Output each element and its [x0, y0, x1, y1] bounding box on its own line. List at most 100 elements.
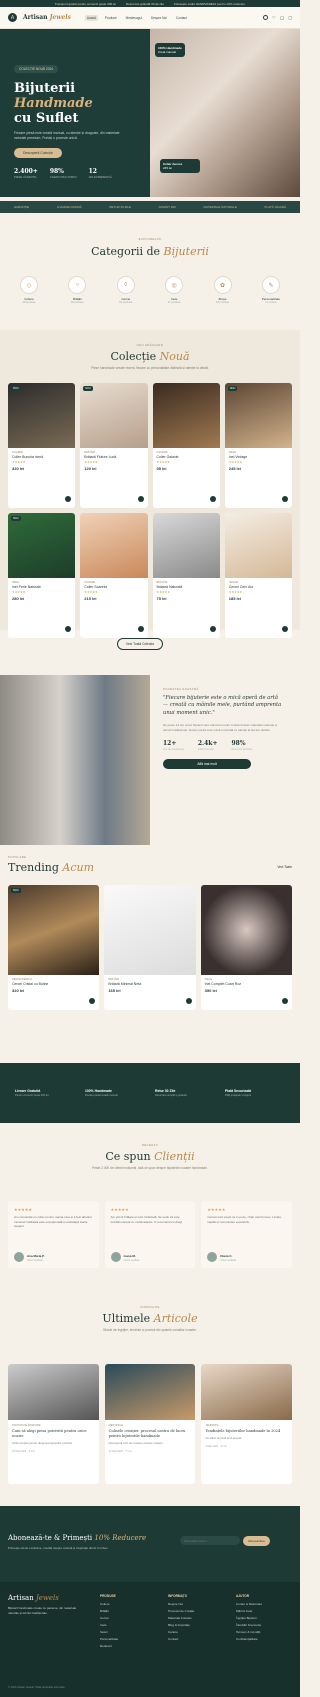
category-brooches[interactable]: ✿ Broșe 18 produse — [204, 276, 242, 304]
hero-stats: 2.400+ PIESE VÂNDUTE 98% CLIENȚI MULȚUMIȚI… — [14, 168, 112, 179]
story-image — [0, 675, 150, 845]
footer-col-help: AJUTOR Livrare & Returnare Mărimi Inele Îng… — [236, 1594, 263, 1641]
feature-returns: Retur 30 Zile Returnare simplă și gratuit… — [155, 1089, 187, 1097]
user-icon[interactable]: ◯ — [280, 15, 284, 20]
hero-title: Bijuterii Handmade cu Suflet — [14, 81, 93, 126]
trending-card[interactable]: BRĂȚĂRI Brățară Minimal Neta 165 lei — [104, 885, 196, 1010]
view-collection-button[interactable]: Vezi Toată Colecția — [117, 638, 163, 650]
newsletter-sub: Primește oferte exclusive, noutăți despr… — [8, 1546, 109, 1550]
avatar — [207, 1252, 218, 1262]
header-actions: ♡ ◯ ▢ — [263, 15, 292, 20]
add-to-cart-button[interactable] — [282, 496, 288, 502]
product-card[interactable]: NOU INELE Inel Vintage ★★★★★ 245 lei — [224, 383, 292, 508]
footer-col-products: PRODUSE Coliere Brățări Cercei Inele Seturi Pe… — [100, 1594, 119, 1648]
subscribe-button[interactable]: Abonează-te — [243, 1536, 271, 1546]
add-to-cart-button[interactable] — [137, 496, 144, 502]
logo-icon[interactable]: A — [8, 13, 17, 22]
story-kicker: POVESTEA NOASTRĂ — [163, 687, 199, 691]
add-to-cart-button[interactable] — [65, 626, 72, 632]
add-to-cart-button[interactable] — [65, 496, 72, 502]
blog-grid: SFATURI DE ÎNGRIJIRE Cum să alegi piesa p… — [8, 1364, 292, 1484]
story-text: De peste 12 ani creez bijuterii care tra… — [163, 723, 278, 732]
footer: Artisan Jewels Bijuterii handmade create… — [0, 1582, 300, 1697]
top-announcement-bar: Transport gratuit pentru comenzi peste 3… — [0, 0, 300, 7]
nav-products[interactable]: Produse — [103, 15, 119, 21]
newsletter-section: Abonează-te & Primești 10% Reducere Prim… — [0, 1506, 300, 1582]
add-to-cart-button[interactable] — [209, 626, 216, 632]
newsletter-email-input[interactable] — [180, 1536, 240, 1545]
nav-craft[interactable]: Meșteșugul — [124, 15, 144, 21]
review-card: ★★★★★ Am comandat un colier pentru mama m… — [8, 1201, 99, 1268]
story-section: POVESTEA NOASTRĂ "Fiecare bijuterie este… — [0, 675, 300, 845]
nav-about[interactable]: Despre Noi — [149, 15, 169, 21]
benefit-strip: GARANȚIE LIVRARE RAPIDĂ RETUR 30 ZILE ARGIN… — [0, 201, 300, 213]
trending-grid: NOU CERCEI PENDUL Cercei Cristal cu Buline… — [8, 885, 292, 1010]
footer-logo[interactable]: Artisan Jewels — [8, 1594, 59, 1602]
product-grid: NOU COLIERE Colier Bucuria Iarnă ★★★★★ 320 l… — [8, 383, 292, 638]
avatar — [14, 1252, 24, 1262]
blog-card[interactable]: MEȘTEȘUG Culisele creației: procesul nost… — [104, 1364, 196, 1484]
product-card[interactable]: CERCEI Cercei Cerc Aur ★★★★★ 185 lei — [224, 513, 292, 638]
search-icon[interactable] — [263, 15, 269, 20]
newsletter-title: Abonează-te & Primești 10% Reducere — [8, 1534, 147, 1542]
product-card[interactable]: NOU INELE Inel Perle Naturale ★★★★★ 280 lei — [8, 513, 76, 638]
learn-more-button[interactable]: Află mai mult — [163, 759, 251, 770]
trending-card[interactable]: NOU CERCEI PENDUL Cercei Cristal cu Buline… — [8, 885, 100, 1010]
add-to-cart-button[interactable] — [89, 998, 96, 1004]
product-card[interactable]: NOU COLIERE Colier Bucuria Iarnă ★★★★★ 320 l… — [8, 383, 76, 508]
product-card[interactable]: COLIERE Colier Galaxie ★★★★★ 95 lei — [152, 383, 220, 508]
view-all-link[interactable]: Vezi Toate — [277, 865, 292, 869]
brooch-icon: ✿ — [213, 276, 232, 294]
earring-icon: ◊ — [116, 276, 135, 294]
product-card[interactable]: BRĂȚĂRI Brățară Naturală ★★★★★ 75 lei — [152, 513, 220, 638]
category-bracelets[interactable]: ○ Brățări 36 produse — [58, 276, 96, 304]
add-to-cart-button[interactable] — [185, 998, 192, 1004]
copyright: © 2024 Artisan Jewels. Toate drepturile … — [8, 1686, 66, 1689]
feature-payment: Plată Securizată Plăți protejate și sigur… — [225, 1089, 252, 1097]
product-card[interactable]: NOU BRĂȚĂRI Brățară Fluture Lună ★★★★★ 120 l… — [80, 383, 148, 508]
announce-1: Transport gratuit pentru comenzi peste 3… — [54, 1, 117, 6]
logo[interactable]: Artisan Jewels — [23, 14, 71, 21]
category-rings[interactable]: ◎ Inele 41 produse — [155, 276, 193, 304]
blog-card[interactable]: SFATURI DE ÎNGRIJIRE Cum să alegi piesa p… — [8, 1364, 99, 1484]
review-card: ★★★★★ Am primit brățara și sunt încântată… — [104, 1201, 196, 1268]
nav-contact[interactable]: Contact — [174, 15, 189, 21]
announce-3: Folosește codul HANDMADE10 pentru 10% re… — [173, 1, 246, 6]
reviews-heading: RECENZII Ce spun Clienții Peste 2.400 de… — [92, 1143, 208, 1170]
announce-2: Returnare gratuită 30 de zile — [126, 1, 164, 6]
page: Transport gratuit pentru comenzi peste 3… — [0, 0, 300, 1697]
collection-heading: NOU ADĂUGATE Colecție Nouă Piese handmad… — [91, 343, 209, 370]
footer-col-info: INFORMAȚII Despre Noi Procesul de Creație M… — [168, 1594, 195, 1641]
add-to-cart-button[interactable] — [282, 626, 288, 632]
reviews-list: ★★★★★ Am comandat un colier pentru mama m… — [8, 1201, 293, 1268]
hero-image: 100% Handmade Creat manual Colier Aurora 2… — [150, 29, 300, 197]
cart-icon[interactable]: ▢ — [288, 15, 292, 20]
hero-description: Fiecare piesă este creată manual, cu ate… — [14, 131, 120, 140]
feature-shipping: Livrare Gratuită Pentru comenzi peste 300… — [15, 1089, 49, 1097]
heart-icon[interactable]: ♡ — [272, 15, 276, 20]
ring-icon: ◎ — [165, 276, 184, 294]
category-custom[interactable]: ✎ Personalizate La cerere — [252, 276, 290, 304]
nav-home[interactable]: Acasă — [84, 14, 98, 21]
add-to-cart-button[interactable] — [209, 496, 216, 502]
trending-heading: POPULARE Trending Acum Vezi Toate — [8, 855, 292, 874]
blog-card[interactable]: TENDINȚE Tendințele bijuteriilor handmade… — [201, 1364, 292, 1484]
site-header: A Artisan Jewels Acasă Produse Meșteșugu… — [0, 7, 300, 29]
categories-heading: EXPLOREAZĂ Categorii de Bijuterii — [91, 237, 209, 258]
story-stats: 12+ Ani de meșteșug 2.4k+ Clienți fericiți… — [163, 740, 253, 752]
bracelet-icon: ○ — [68, 276, 87, 294]
hero-pill: COLECȚIE NOUĂ 2024 — [14, 65, 59, 73]
product-tag[interactable]: Colier Aurora 245 lei — [160, 159, 200, 173]
handmade-tag: 100% Handmade Creat manual — [155, 43, 185, 57]
footer-about: Bijuterii handmade create cu pasiune, di… — [8, 1606, 77, 1615]
pencil-icon: ✎ — [261, 276, 280, 294]
category-earrings[interactable]: ◊ Cercei 52 produse — [107, 276, 145, 304]
product-card[interactable]: COLIERE Colier Soarelui ★★★★★ 210 lei — [80, 513, 148, 638]
discover-collection-button[interactable]: Descoperă Colecția — [14, 148, 62, 158]
category-necklaces[interactable]: ◇ Coliere 48 produse — [10, 276, 48, 304]
feature-handmade: 100% Handmade Fiecare piesă creată manual — [85, 1089, 118, 1097]
trending-card[interactable]: INELE Inel Complet Cuarț Roz 390 lei — [200, 885, 292, 1010]
category-list: ◇ Coliere 48 produse ○ Brățări 36 produse ◊ C… — [10, 276, 290, 304]
add-to-cart-button[interactable] — [137, 626, 144, 632]
add-to-cart-button[interactable] — [282, 998, 288, 1004]
